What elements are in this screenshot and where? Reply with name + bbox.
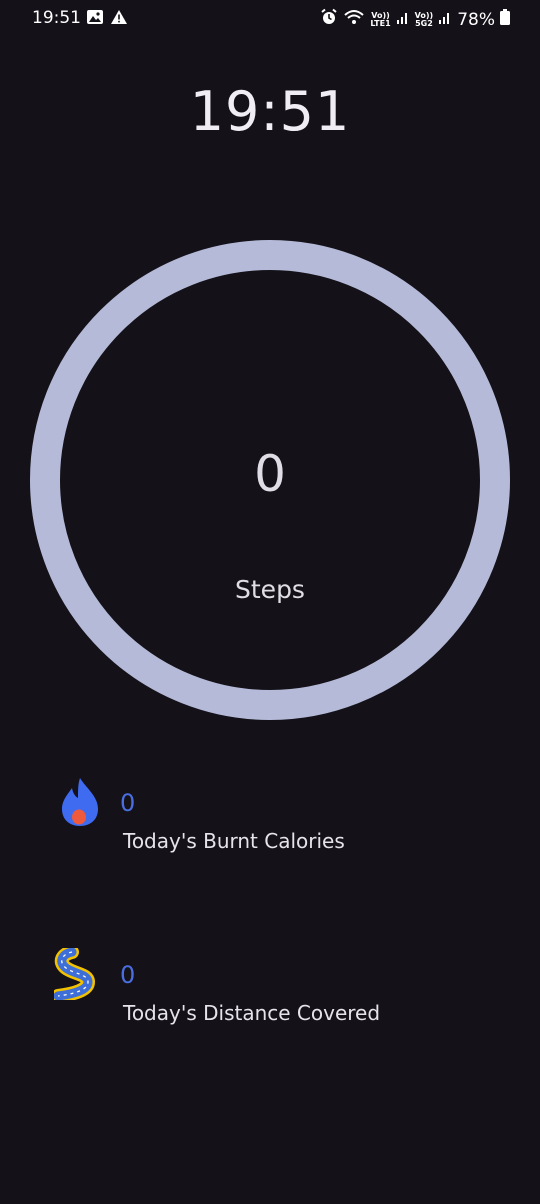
battery-percent: 78% [457, 9, 495, 30]
status-right-icons: Vo)) LTE1 Vo)) 5G2 78% [320, 8, 510, 31]
wifi-icon [343, 8, 365, 31]
gallery-icon [86, 9, 104, 30]
volte-lte1-indicator: Vo)) LTE1 [370, 10, 391, 28]
calories-label: Today's Burnt Calories [123, 829, 345, 853]
flame-icon [58, 776, 102, 832]
status-left-icons [86, 9, 128, 30]
signal-bars-icon [438, 10, 452, 30]
steps-label: Steps [235, 575, 305, 604]
battery-icon [500, 9, 510, 30]
distance-value: 0 [120, 961, 136, 989]
distance-label: Today's Distance Covered [123, 1001, 381, 1025]
calories-value: 0 [120, 789, 136, 817]
road-icon [51, 945, 104, 1004]
steps-count: 0 [254, 445, 286, 503]
status-bar: 19:51 Vo)) LTE1 Vo)) 5G2 78% [0, 0, 540, 36]
warning-icon [110, 9, 128, 30]
clock-display: 19:51 [189, 80, 351, 143]
signal-bars-icon [396, 10, 410, 30]
volte-5g2-indicator: Vo)) 5G2 [414, 10, 434, 28]
status-time: 19:51 [32, 8, 81, 28]
alarm-icon [320, 8, 338, 31]
